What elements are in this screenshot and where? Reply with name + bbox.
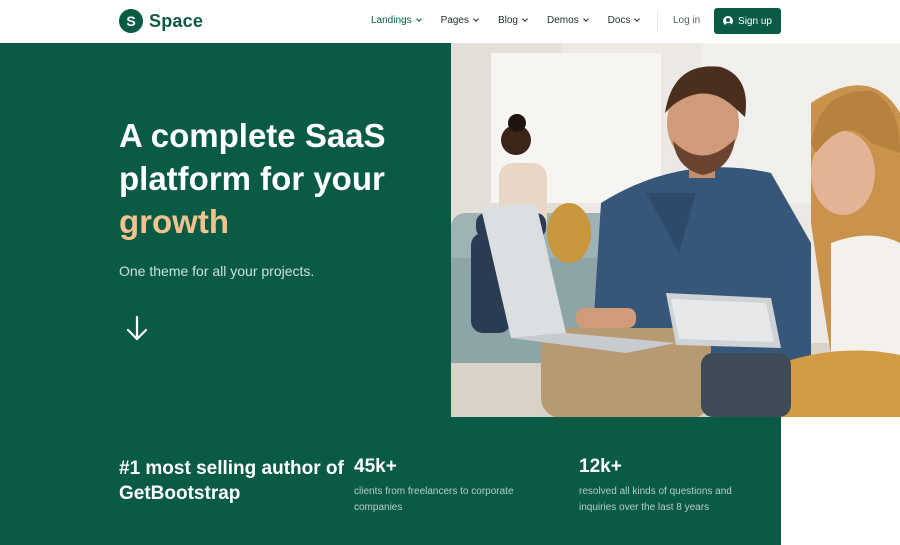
logo-mark-icon: S bbox=[119, 9, 143, 33]
hero-title: A complete SaaS platform for your growth bbox=[119, 114, 439, 243]
people-with-laptop-image bbox=[451, 43, 900, 417]
brand-logo[interactable]: S Space bbox=[119, 9, 203, 33]
nav-item-label: Demos bbox=[546, 15, 579, 26]
hero-subtitle: One theme for all your projects. bbox=[119, 263, 315, 279]
nav-item-pages[interactable]: Pages bbox=[440, 15, 479, 26]
main-nav: Landings Pages Blog Demos Docs bbox=[371, 15, 659, 26]
nav-item-blog[interactable]: Blog bbox=[497, 15, 528, 26]
stat-description: clients from freelancers to corporate co… bbox=[354, 486, 514, 513]
brand-name: Space bbox=[149, 10, 204, 31]
hero-title-accent: growth bbox=[119, 203, 229, 240]
chevron-down-icon bbox=[582, 16, 589, 22]
chevron-down-icon bbox=[634, 16, 641, 22]
chevron-down-icon bbox=[415, 16, 422, 22]
stat-number: 12k+ bbox=[579, 456, 622, 477]
nav-item-label: Blog bbox=[497, 15, 518, 26]
nav-item-label: Landings bbox=[371, 15, 412, 26]
stats-headline: #1 most selling author of GetBootstrap bbox=[119, 458, 344, 504]
stat-number: 45k+ bbox=[354, 456, 397, 477]
stat-description: resolved all kinds of questions and inqu… bbox=[579, 486, 732, 513]
user-circle-icon bbox=[723, 16, 734, 26]
nav-item-landings[interactable]: Landings bbox=[371, 15, 422, 26]
nav-item-label: Docs bbox=[607, 15, 631, 26]
stat-item: 45k+ clients from freelancers to corpora… bbox=[354, 456, 554, 516]
login-link[interactable]: Log in bbox=[673, 15, 700, 26]
stat-item: 12k+ resolved all kinds of questions and… bbox=[579, 456, 779, 516]
nav-item-demos[interactable]: Demos bbox=[546, 15, 589, 26]
navbar: S Space Landings Pages Blog Demos Docs L… bbox=[0, 0, 900, 43]
hero-photo bbox=[451, 43, 900, 417]
nav-item-label: Pages bbox=[440, 15, 469, 26]
chevron-down-icon bbox=[522, 16, 528, 22]
signup-button[interactable]: Sign up bbox=[714, 8, 781, 34]
hero-title-line: platform for your bbox=[119, 160, 385, 197]
chevron-down-icon bbox=[473, 16, 479, 22]
hero-title-line: A complete SaaS bbox=[119, 117, 386, 154]
nav-item-docs[interactable]: Docs bbox=[607, 15, 641, 26]
signup-label: Sign up bbox=[738, 15, 772, 27]
nav-divider bbox=[657, 11, 658, 31]
arrow-down-icon[interactable] bbox=[126, 315, 148, 343]
